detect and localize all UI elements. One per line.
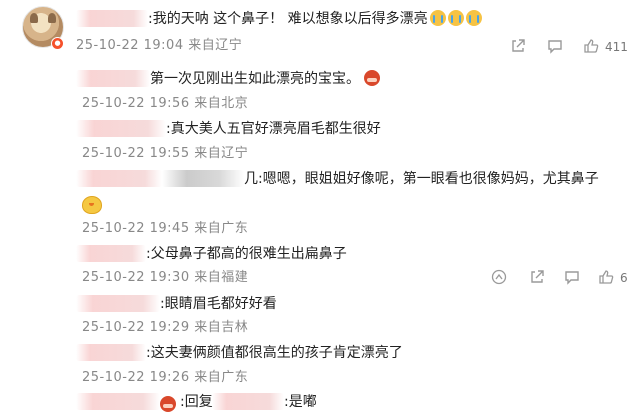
reply-like-count: 6	[620, 271, 628, 285]
reply-text-line: :这夫妻俩颜值都很高生的孩子肯定漂亮了	[146, 344, 403, 362]
reply-text-line: :真大美人五官好漂亮眉毛都生很好	[166, 120, 381, 138]
reply-text-line: :回复	[180, 393, 213, 411]
reply-text: 眼睛眉毛都好好看	[164, 296, 277, 312]
comment-icon[interactable]	[564, 269, 580, 285]
reply-text-line: :父母鼻子都高的很难生出扁鼻子	[146, 245, 347, 263]
reply-text-line: :眼睛眉毛都好好看	[160, 295, 277, 313]
reply-username-blurred[interactable]	[76, 170, 162, 187]
reply-meta: 25-10-22 19:56 来自北京	[82, 96, 249, 111]
share-icon[interactable]	[491, 269, 507, 285]
reply-username-blurred[interactable]	[76, 393, 160, 410]
reply-username-blurred[interactable]	[76, 245, 146, 262]
reply-text: 第一次见刚出生如此漂亮的宝宝。	[150, 71, 360, 87]
reply-username-blurred[interactable]	[76, 70, 150, 87]
post-username-blurred[interactable]	[76, 10, 148, 27]
reply-meta: 25-10-22 19:45 来自广东	[82, 221, 249, 236]
reply-username-blurred-2[interactable]	[162, 170, 244, 187]
crying-emoji-icon	[429, 10, 446, 26]
emoji-icon	[160, 396, 176, 412]
reply-meta: 25-10-22 19:30 来自福建	[82, 270, 249, 285]
reply-text: 嗯嗯，眼姐姐好像呢，第一眼看也很像妈妈，尤其鼻子	[262, 171, 599, 187]
post-text-line: :我的天呐 这个鼻子！ 难以想象以后得多漂亮	[148, 10, 482, 28]
avatar-ear	[48, 13, 56, 23]
reply-text-line: :是嘟	[284, 393, 317, 411]
reply-prefix: 几:	[244, 171, 263, 187]
avatar-ear	[30, 13, 38, 23]
post-text: 我的天呐 这个鼻子！ 难以想象以后得多漂亮	[152, 11, 428, 27]
chick-emoji-icon	[82, 196, 102, 214]
post-like-count: 411	[605, 40, 628, 54]
share-icon[interactable]	[510, 38, 526, 54]
reply-text: 父母鼻子都高的很难生出扁鼻子	[150, 246, 347, 262]
reply-username-blurred[interactable]	[76, 120, 166, 137]
crying-emoji-icon	[465, 10, 482, 26]
forward-icon[interactable]	[529, 269, 545, 285]
emoji-icon	[364, 70, 380, 86]
post-meta: 25-10-22 19:04 来自辽宁	[76, 38, 243, 53]
reply-text: 这夫妻俩颜值都很高生的孩子肯定漂亮了	[150, 345, 403, 361]
reply-text-line: 几:嗯嗯，眼姐姐好像呢，第一眼看也很像妈妈，尤其鼻子	[244, 170, 599, 188]
reply-meta: 25-10-22 19:29 来自吉林	[82, 320, 249, 335]
reply-text-line: 第一次见刚出生如此漂亮的宝宝。	[150, 70, 380, 88]
comment-icon[interactable]	[547, 38, 563, 54]
crying-emoji-icon	[447, 10, 464, 26]
like-icon[interactable]	[598, 269, 614, 285]
like-icon[interactable]	[583, 38, 599, 54]
reply-username-blurred[interactable]	[76, 295, 160, 312]
verified-badge: ●	[51, 37, 64, 50]
reply-meta: 25-10-22 19:26 来自广东	[82, 370, 249, 385]
reply-username-blurred[interactable]	[76, 344, 146, 361]
reply-text: 真大美人五官好漂亮眉毛都生很好	[170, 121, 381, 137]
reply-meta: 25-10-22 19:55 来自辽宁	[82, 146, 249, 161]
reply-mention-blurred[interactable]	[212, 393, 284, 410]
